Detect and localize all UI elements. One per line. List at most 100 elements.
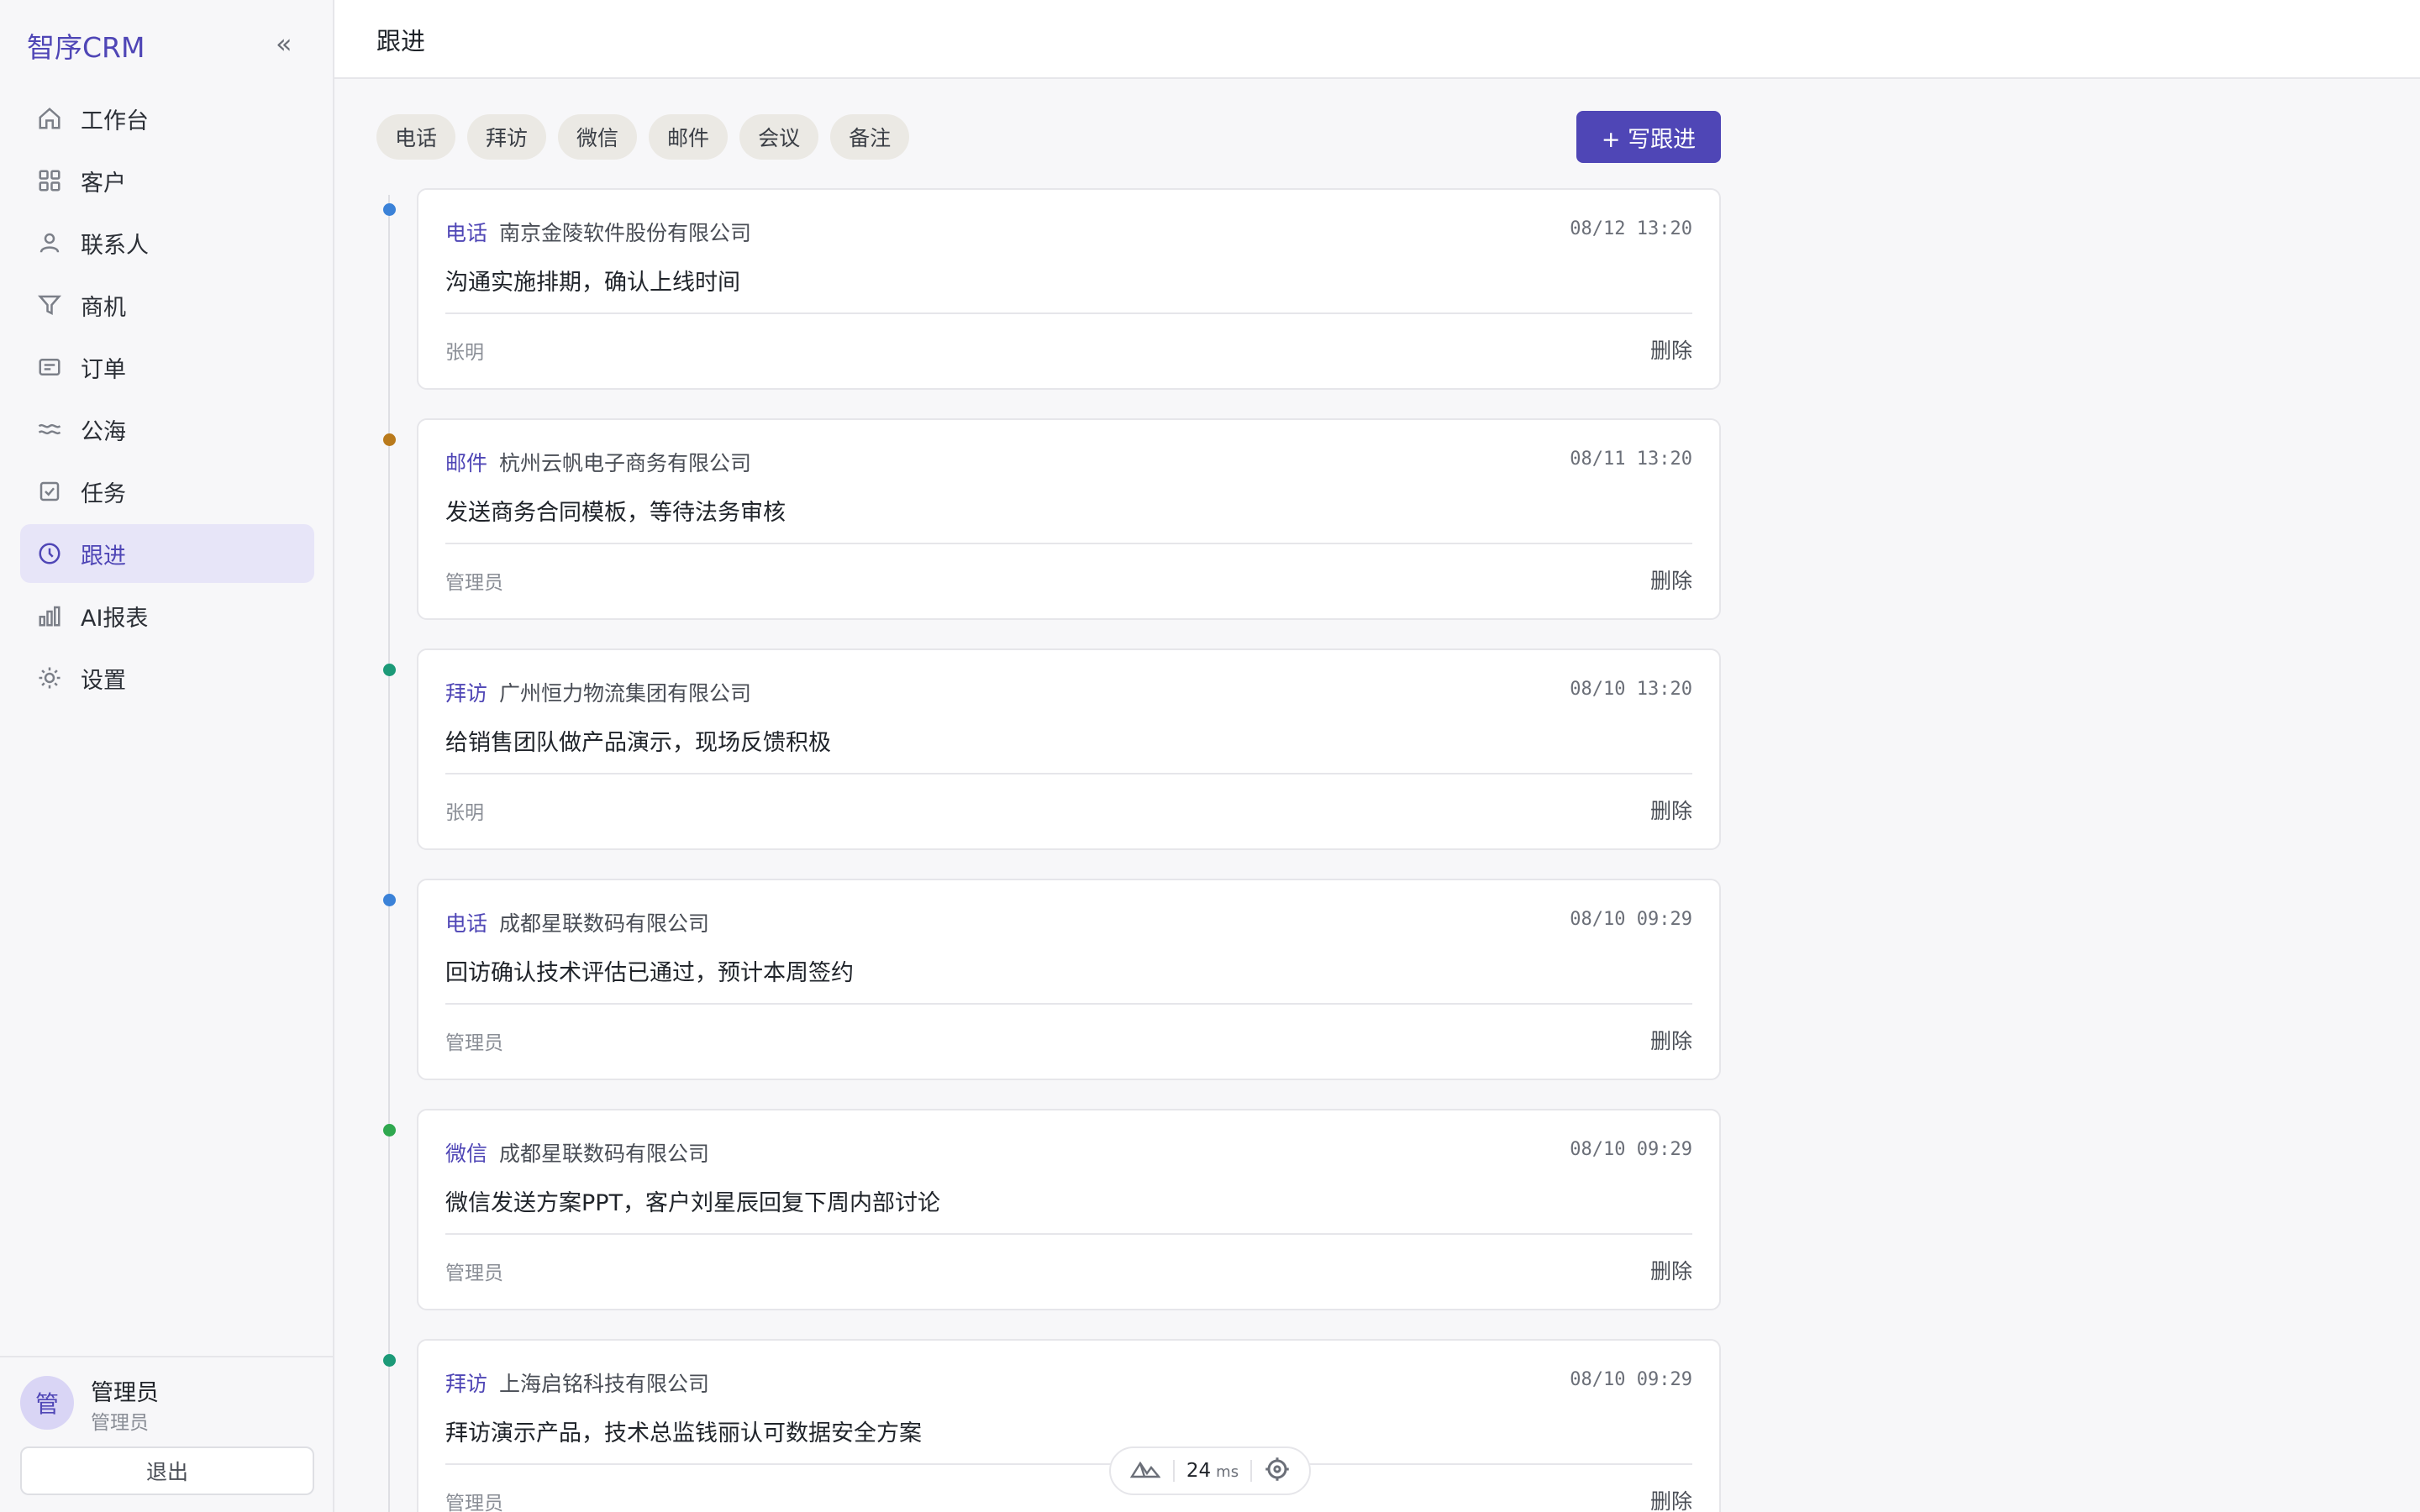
followup-timeline: 电话 南京金陵软件股份有限公司 08/12 13:20 沟通实施排期，确认上线时… — [334, 188, 1746, 1512]
filter-chip-visit[interactable]: 拜访 — [467, 114, 547, 160]
user-icon — [37, 230, 62, 255]
followup-time: 08/11 13:20 — [1570, 449, 1692, 470]
followup-card[interactable]: 微信 成都星联数码有限公司 08/10 09:29 微信发送方案PPT，客户刘星… — [417, 1109, 1721, 1310]
sidebar-item-public-pool[interactable]: 公海 — [20, 400, 314, 459]
avatar[interactable]: 管 — [20, 1376, 74, 1430]
filter-chip-note[interactable]: 备注 — [830, 114, 910, 160]
followup-card[interactable]: 拜访 上海启铭科技有限公司 08/10 09:29 拜访演示产品，技术总监钱丽认… — [417, 1339, 1721, 1512]
delete-button[interactable]: 删除 — [1650, 1255, 1692, 1285]
followup-content: 微信发送方案PPT，客户刘星辰回复下周内部讨论 — [445, 1190, 941, 1216]
company-name[interactable]: 成都星联数码有限公司 — [499, 907, 709, 937]
followup-content: 沟通实施排期，确认上线时间 — [445, 270, 740, 296]
followup-type: 微信 — [445, 1142, 488, 1166]
timeline-dot — [383, 203, 396, 216]
followup-time: 08/10 09:29 — [1570, 909, 1692, 930]
sidebar-item-label: AI报表 — [81, 605, 149, 632]
followup-content: 给销售团队做产品演示，现场反馈积极 — [445, 730, 831, 756]
sidebar-item-label: 工作台 — [81, 108, 149, 134]
followup-type: 拜访 — [445, 1372, 488, 1396]
followup-card[interactable]: 电话 南京金陵软件股份有限公司 08/12 13:20 沟通实施排期，确认上线时… — [417, 188, 1721, 390]
user-panel: 管 管理员 管理员 退出 — [0, 1356, 333, 1512]
delete-button[interactable]: 删除 — [1650, 334, 1692, 365]
delete-button[interactable]: 删除 — [1650, 795, 1692, 825]
timeline-entry: 拜访 上海启铭科技有限公司 08/10 09:29 拜访演示产品，技术总监钱丽认… — [334, 1339, 1746, 1512]
delete-button[interactable]: 删除 — [1650, 1485, 1692, 1512]
timeline-entry: 微信 成都星联数码有限公司 08/10 09:29 微信发送方案PPT，客户刘星… — [334, 1109, 1746, 1339]
sidebar-item-contacts[interactable]: 联系人 — [20, 213, 314, 272]
sidebar-item-ai-reports[interactable]: AI报表 — [20, 586, 314, 645]
followup-content: 发送商务合同模板，等待法务审核 — [445, 500, 786, 526]
bar-chart-icon — [37, 603, 62, 628]
clock-icon — [37, 541, 62, 566]
sidebar-item-workbench[interactable]: 工作台 — [20, 89, 314, 148]
grid-icon — [37, 168, 62, 193]
followup-type: 电话 — [445, 221, 488, 245]
receipt-icon — [37, 354, 62, 380]
followup-owner: 管理员 — [445, 572, 503, 594]
perf-divider — [1172, 1460, 1175, 1482]
delete-button[interactable]: 删除 — [1650, 564, 1692, 595]
crosshair-icon[interactable] — [1265, 1457, 1290, 1485]
sidebar-item-label: 公海 — [81, 418, 126, 445]
collapse-sidebar-button[interactable]: « — [276, 25, 292, 62]
company-name[interactable]: 成都星联数码有限公司 — [499, 1137, 709, 1168]
mountain-logo-icon — [1130, 1457, 1161, 1485]
followup-owner: 张明 — [445, 342, 484, 364]
card-divider — [445, 1233, 1692, 1235]
sidebar-item-customers[interactable]: 客户 — [20, 151, 314, 210]
followup-card[interactable]: 邮件 杭州云帆电子商务有限公司 08/11 13:20 发送商务合同模板，等待法… — [417, 418, 1721, 620]
perf-monitor-widget[interactable]: 24 ms — [1109, 1446, 1311, 1495]
timeline-dot — [383, 664, 396, 676]
followup-time: 08/10 13:20 — [1570, 679, 1692, 700]
card-divider — [445, 312, 1692, 314]
followup-time: 08/10 09:29 — [1570, 1369, 1692, 1390]
delete-button[interactable]: 删除 — [1650, 1025, 1692, 1055]
timeline-entry: 电话 成都星联数码有限公司 08/10 09:29 回访确认技术评估已通过，预计… — [334, 879, 1746, 1109]
filter-chip-meeting[interactable]: 会议 — [739, 114, 819, 160]
sidebar-item-label: 跟进 — [81, 543, 126, 570]
company-name[interactable]: 广州恒力物流集团有限公司 — [499, 677, 751, 707]
sidebar-item-label: 联系人 — [81, 232, 149, 259]
followup-owner: 管理员 — [445, 1032, 503, 1054]
followup-type: 拜访 — [445, 681, 488, 706]
filter-chip-phone[interactable]: 电话 — [376, 114, 456, 160]
timeline-dot — [383, 1124, 396, 1137]
main-content: 电话 拜访 微信 邮件 会议 备注 + 写跟进 电话 南京金陵软件股份有限公司 … — [334, 79, 2420, 1512]
sidebar-nav: 工作台 客户 联系人 商机 订单 公海 任务 跟进 AI报表 设置 — [20, 89, 314, 711]
checkbox-icon — [37, 479, 62, 504]
sidebar-item-tasks[interactable]: 任务 — [20, 462, 314, 521]
logout-button[interactable]: 退出 — [20, 1446, 314, 1495]
card-divider — [445, 1463, 1692, 1465]
followup-card[interactable]: 拜访 广州恒力物流集团有限公司 08/10 13:20 给销售团队做产品演示，现… — [417, 648, 1721, 850]
sidebar-item-label: 任务 — [81, 480, 126, 507]
timeline-dot — [383, 433, 396, 446]
followup-card[interactable]: 电话 成都星联数码有限公司 08/10 09:29 回访确认技术评估已通过，预计… — [417, 879, 1721, 1080]
sidebar: 智序CRM « 工作台 客户 联系人 商机 订单 公海 任务 跟进 AI报表 设… — [0, 0, 334, 1512]
followup-owner: 管理员 — [445, 1493, 503, 1512]
company-name[interactable]: 杭州云帆电子商务有限公司 — [499, 447, 751, 477]
write-followup-button[interactable]: + 写跟进 — [1576, 111, 1721, 163]
company-name[interactable]: 南京金陵软件股份有限公司 — [499, 217, 751, 247]
filter-chip-wechat[interactable]: 微信 — [558, 114, 638, 160]
sidebar-item-opportunities[interactable]: 商机 — [20, 276, 314, 334]
card-divider — [445, 543, 1692, 544]
sidebar-item-orders[interactable]: 订单 — [20, 338, 314, 396]
page-title: 跟进 — [376, 27, 426, 55]
sun-gear-icon — [37, 665, 62, 690]
home-icon — [37, 106, 62, 131]
perf-divider — [1250, 1460, 1253, 1482]
sidebar-item-label: 设置 — [81, 667, 126, 694]
perf-unit: ms — [1216, 1463, 1239, 1481]
company-name[interactable]: 上海启铭科技有限公司 — [499, 1368, 709, 1398]
card-divider — [445, 1003, 1692, 1005]
sidebar-item-settings[interactable]: 设置 — [20, 648, 314, 707]
sidebar-item-followups[interactable]: 跟进 — [20, 524, 314, 583]
brand-logo[interactable]: 智序CRM — [27, 25, 145, 66]
sidebar-item-label: 订单 — [81, 356, 126, 383]
type-filter-chips: 电话 拜访 微信 邮件 会议 备注 — [376, 114, 921, 160]
followup-time: 08/12 13:20 — [1570, 218, 1692, 239]
timeline-dot — [383, 894, 396, 906]
timeline-entry: 邮件 杭州云帆电子商务有限公司 08/11 13:20 发送商务合同模板，等待法… — [334, 418, 1746, 648]
filter-chip-email[interactable]: 邮件 — [649, 114, 729, 160]
followup-type: 电话 — [445, 911, 488, 936]
